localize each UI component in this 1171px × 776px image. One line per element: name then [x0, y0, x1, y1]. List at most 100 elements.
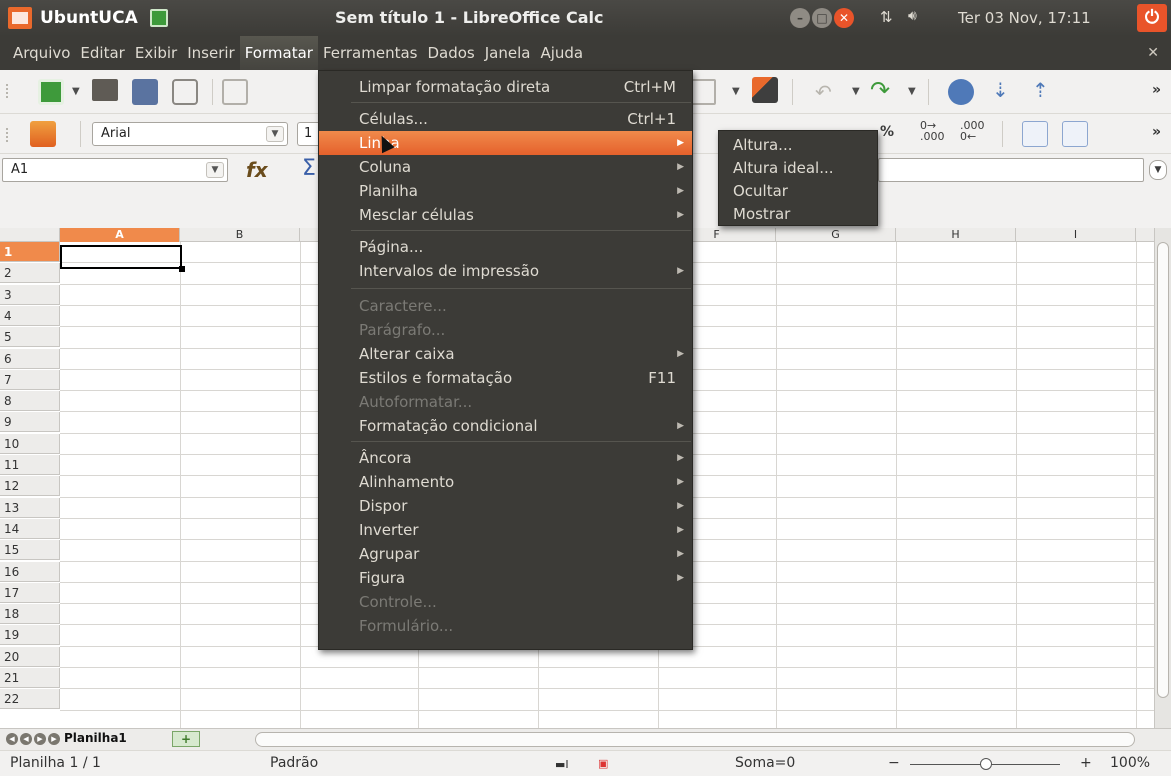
chevron-down-icon[interactable]: ▼ — [206, 162, 224, 178]
calc-icon[interactable] — [149, 9, 168, 27]
row-header[interactable]: 20 — [0, 646, 60, 667]
name-box[interactable]: A1 ▼ — [2, 158, 228, 182]
row-header[interactable]: 15 — [0, 540, 60, 561]
decrease-indent-icon[interactable] — [1022, 121, 1048, 147]
menu-item[interactable]: Estilos e formatação F11 — [319, 366, 692, 390]
submenu-item[interactable]: Altura ideal... — [719, 156, 877, 180]
add-sheet-icon[interactable]: + — [172, 731, 200, 747]
sort-descending-icon[interactable]: ⇡ — [1032, 78, 1049, 102]
font-name-field[interactable]: Arial ▼ — [92, 122, 288, 146]
submenu-item[interactable]: Ocultar — [719, 179, 877, 203]
menu-item[interactable]: Células... Ctrl+1 — [319, 107, 692, 131]
menu-item[interactable]: Limpar formatação direta Ctrl+M — [319, 75, 692, 99]
column-header-b[interactable]: B — [180, 228, 300, 242]
close-document-icon[interactable]: ✕ — [1147, 36, 1159, 70]
hyperlink-icon[interactable] — [948, 79, 974, 105]
page-style[interactable]: Padrão — [270, 755, 318, 771]
email-icon[interactable] — [172, 79, 198, 105]
row-header[interactable]: 13 — [0, 497, 60, 518]
row-header[interactable]: 7 — [0, 369, 60, 390]
styles-icon[interactable] — [30, 121, 56, 147]
menu-item[interactable]: Coluna ▶ — [319, 155, 692, 179]
remove-decimal-icon[interactable]: .000 0← — [960, 120, 985, 142]
row-header[interactable]: 11 — [0, 455, 60, 475]
ubuntuca-app-icon[interactable] — [8, 7, 32, 29]
close-icon[interactable]: ✕ — [834, 8, 854, 28]
submenu-item[interactable]: Mostrar — [719, 202, 877, 226]
column-header-h[interactable]: H — [896, 228, 1016, 242]
submenu-item[interactable]: Altura... — [719, 133, 877, 157]
row-header[interactable]: 6 — [0, 348, 60, 369]
previous-sheet-icon[interactable]: ◀ — [20, 733, 32, 745]
more-icon[interactable]: » — [1152, 124, 1161, 140]
menu-item[interactable]: Linha ▶ — [319, 131, 692, 155]
redo-dropdown-icon[interactable]: ▼ — [908, 86, 916, 97]
volume-icon[interactable]: 🔊︎ — [908, 8, 917, 24]
minimize-icon[interactable]: – — [790, 8, 810, 28]
paste-icon[interactable] — [690, 79, 716, 105]
horizontal-scrollbar[interactable] — [255, 732, 1135, 747]
select-all-corner[interactable] — [0, 228, 60, 242]
sheet-tab-planilha1[interactable]: Planilha1 — [64, 731, 127, 745]
menu-item[interactable]: Página... — [319, 235, 692, 259]
new-document-icon[interactable] — [38, 79, 64, 105]
menu-item[interactable]: Figura ▶ — [319, 566, 692, 590]
clock[interactable]: Ter 03 Nov, 17:11 — [958, 9, 1091, 27]
menu-item[interactable]: Inverter ▶ — [319, 518, 692, 542]
edit-file-icon[interactable] — [222, 79, 248, 105]
menu-exibir[interactable]: Exibir — [130, 36, 182, 70]
first-sheet-icon[interactable]: ◀ — [6, 733, 18, 745]
expand-formula-icon[interactable]: ▼ — [1149, 160, 1167, 180]
save-icon[interactable] — [132, 79, 158, 105]
clone-formatting-icon[interactable] — [752, 77, 778, 103]
power-icon[interactable]: ⏻ — [1137, 4, 1167, 32]
row-header[interactable]: 19 — [0, 625, 60, 646]
undo-dropdown-icon[interactable]: ▼ — [852, 86, 860, 97]
open-icon[interactable] — [92, 79, 118, 101]
menu-formatar[interactable]: Formatar — [239, 36, 318, 70]
column-header-i[interactable]: I — [1016, 228, 1136, 242]
vertical-scroll-thumb[interactable] — [1157, 242, 1169, 698]
row-header[interactable]: 5 — [0, 327, 60, 348]
row-header[interactable]: 2 — [0, 263, 60, 284]
menu-item[interactable]: Alinhamento ▶ — [319, 470, 692, 494]
paste-dropdown-icon[interactable]: ▼ — [732, 86, 740, 97]
formula-input[interactable] — [878, 158, 1144, 182]
row-header[interactable]: 16 — [0, 561, 60, 582]
toolbar-grip[interactable] — [6, 84, 10, 98]
increase-indent-icon[interactable] — [1062, 121, 1088, 147]
last-sheet-icon[interactable]: ▶ — [48, 733, 60, 745]
add-decimal-icon[interactable]: 0→ .000 — [920, 120, 945, 142]
toolbar-grip[interactable] — [6, 128, 10, 142]
menu-item[interactable]: Formatação condicional ▶ — [319, 414, 692, 438]
zoom-out-icon[interactable]: − — [888, 755, 900, 771]
next-sheet-icon[interactable]: ▶ — [34, 733, 46, 745]
row-header[interactable]: 4 — [0, 305, 60, 326]
row-header[interactable]: 9 — [0, 412, 60, 433]
row-header[interactable]: 22 — [0, 689, 60, 710]
menu-item[interactable]: Intervalos de impressão ▶ — [319, 259, 692, 283]
chevron-down-icon[interactable]: ▼ — [266, 126, 284, 142]
network-icon[interactable]: ⇅ — [880, 8, 893, 26]
zoom-level[interactable]: 100% — [1110, 755, 1150, 771]
maximize-icon[interactable]: □ — [812, 8, 832, 28]
row-header[interactable]: 14 — [0, 518, 60, 539]
menu-dados[interactable]: Dados — [422, 36, 479, 70]
row-header[interactable]: 18 — [0, 604, 60, 625]
more-icon[interactable]: » — [1152, 82, 1161, 98]
menu-item[interactable]: Planilha ▶ — [319, 179, 692, 203]
menu-item[interactable]: Dispor ▶ — [319, 494, 692, 518]
percent-format-icon[interactable]: % — [880, 124, 894, 140]
column-header-g[interactable]: G — [776, 228, 896, 242]
menu-arquivo[interactable]: Arquivo — [8, 36, 75, 70]
vertical-scrollbar[interactable] — [1154, 228, 1171, 728]
row-header[interactable]: 17 — [0, 582, 60, 603]
active-cell-a1[interactable] — [60, 245, 185, 272]
menu-inserir[interactable]: Inserir — [182, 36, 239, 70]
row-header[interactable]: 1 — [0, 242, 60, 262]
row-header[interactable]: 3 — [0, 284, 60, 305]
function-wizard-icon[interactable]: fx — [246, 158, 268, 182]
selection-mode-icon[interactable]: ▬I — [555, 758, 569, 771]
row-header[interactable]: 12 — [0, 476, 60, 497]
menu-janela[interactable]: Janela — [480, 36, 536, 70]
